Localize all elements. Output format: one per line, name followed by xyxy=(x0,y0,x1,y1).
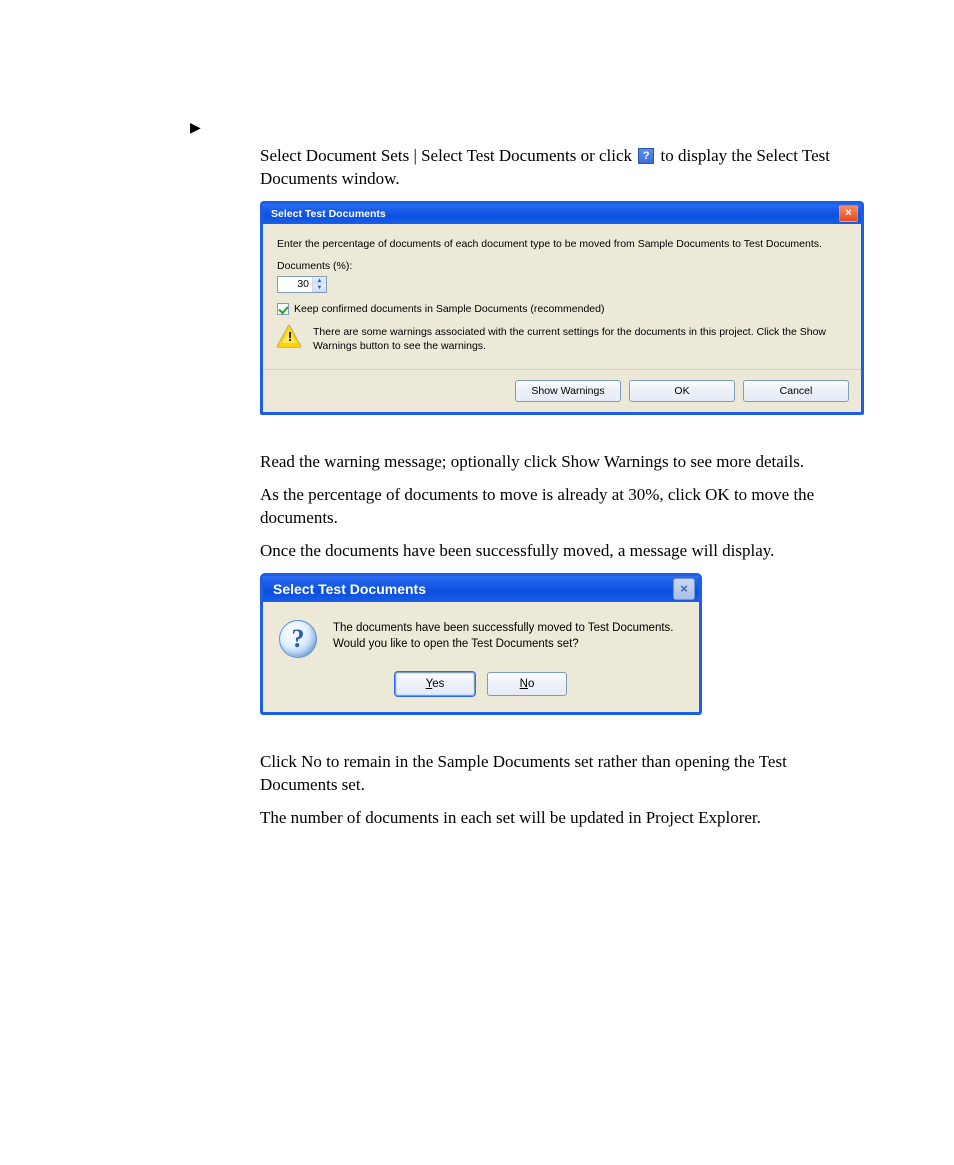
paragraph-3: As the percentage of documents to move i… xyxy=(260,484,864,530)
keep-confirmed-checkbox[interactable] xyxy=(277,303,289,315)
dialog-titlebar[interactable]: Select Test Documents × xyxy=(263,204,861,224)
paragraph-6: The number of documents in each set will… xyxy=(260,807,864,830)
paragraph-1a: Select Document Sets | Select Test Docum… xyxy=(260,146,636,165)
cancel-button[interactable]: Cancel xyxy=(743,380,849,402)
paragraph-5: Click No to remain in the Sample Documen… xyxy=(260,751,864,797)
percent-spinner[interactable]: 30 ▲ ▼ xyxy=(277,276,327,293)
success-message-dialog: Select Test Documents × ? The documents … xyxy=(260,573,702,715)
dialog-title: Select Test Documents xyxy=(271,208,839,220)
spinner-up-icon[interactable]: ▲ xyxy=(313,277,326,285)
message-title: Select Test Documents xyxy=(273,581,673,597)
select-test-documents-dialog: Select Test Documents × Enter the percen… xyxy=(260,201,864,415)
warning-icon: ! xyxy=(277,325,303,349)
ok-button[interactable]: OK xyxy=(629,380,735,402)
yes-button[interactable]: Yes xyxy=(395,672,475,696)
question-icon: ? xyxy=(279,620,317,658)
message-line2: Would you like to open the Test Document… xyxy=(333,638,579,650)
step-marker: ▶ xyxy=(190,120,864,137)
paragraph-1: Select Document Sets | Select Test Docum… xyxy=(260,145,864,191)
close-icon[interactable]: × xyxy=(839,205,858,222)
percent-label: Documents (%): xyxy=(277,260,847,272)
paragraph-2: Read the warning message; optionally cli… xyxy=(260,451,864,474)
spinner-down-icon[interactable]: ▼ xyxy=(313,284,326,292)
message-line1: The documents have been successfully mov… xyxy=(333,622,674,634)
percent-value[interactable]: 30 xyxy=(278,277,312,292)
message-text: The documents have been successfully mov… xyxy=(333,620,679,652)
keep-confirmed-label: Keep confirmed documents in Sample Docum… xyxy=(294,303,604,315)
message-titlebar[interactable]: Select Test Documents × xyxy=(263,576,699,602)
paragraph-4: Once the documents have been successfull… xyxy=(260,540,864,563)
close-icon[interactable]: × xyxy=(673,578,695,600)
help-icon xyxy=(638,148,654,164)
dialog-instruction: Enter the percentage of documents of eac… xyxy=(277,238,847,250)
warning-text: There are some warnings associated with … xyxy=(313,325,847,353)
show-warnings-button[interactable]: Show Warnings xyxy=(515,380,621,402)
no-button[interactable]: No xyxy=(487,672,567,696)
